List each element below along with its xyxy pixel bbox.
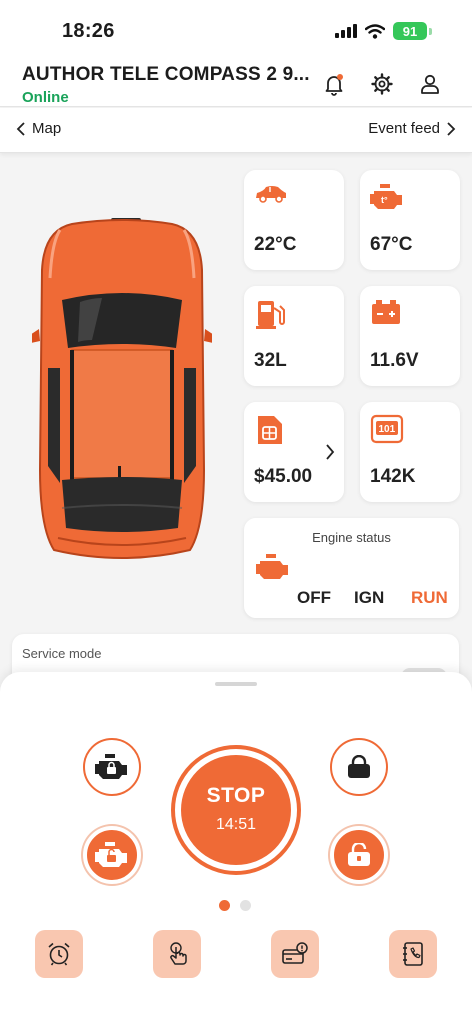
stop-engine-button[interactable]: STOP 14:51 [171, 745, 301, 875]
tile-battery[interactable]: 11.6V [360, 286, 460, 386]
engine-icon [256, 554, 288, 579]
battery-voltage-value: 11.6V [370, 350, 419, 371]
sim-card-icon [258, 416, 282, 444]
engine-status-card: Engine status OFF IGN RUN [244, 518, 459, 618]
fuel-value: 32L [254, 350, 287, 371]
chevron-left-icon [16, 121, 25, 136]
unlock-button[interactable] [330, 826, 388, 884]
event-feed-label: Event feed [368, 120, 440, 137]
chevron-right-icon [447, 121, 456, 136]
car-battery-icon [372, 300, 400, 324]
alert-card-button[interactable] [271, 930, 319, 978]
alarm-clock-button[interactable] [35, 930, 83, 978]
map-link-label: Map [32, 120, 62, 137]
stop-label: STOP [206, 784, 266, 807]
status-time: 18:26 [62, 20, 115, 42]
battery-indicator: 91 [393, 22, 427, 40]
gear-icon [371, 73, 393, 95]
car-name[interactable]: AUTHOR TELE COMPASS 2 9... [22, 64, 310, 86]
status-icons: 91 [335, 22, 432, 40]
car-temperature-icon [256, 186, 286, 203]
status-bar: 18:26 91 [0, 0, 472, 60]
battery-tip [429, 27, 432, 35]
controls-sheet: STOP 14:51 [0, 672, 472, 1024]
engine-off-option[interactable]: OFF [297, 588, 331, 608]
tile-engine-temperature[interactable]: t° 67°C [360, 170, 460, 270]
car-illustration [32, 218, 212, 559]
stop-timer: 14:51 [215, 816, 257, 833]
engine-unlock-icon [95, 842, 127, 867]
engine-run-option[interactable]: RUN [411, 588, 448, 608]
service-mode-label: Service mode [22, 646, 102, 661]
map-link[interactable]: Map [16, 120, 61, 137]
nav-row: Map Event feed [0, 108, 472, 153]
mileage-value: 142K [370, 466, 416, 487]
engine-lock-icon [95, 754, 127, 779]
engine-ign-option[interactable]: IGN [354, 588, 384, 608]
bell-icon [325, 74, 343, 96]
cabin-temperature-value: 22°C [254, 234, 297, 255]
engine-status-title: Engine status [312, 530, 391, 545]
event-feed-link[interactable]: Event feed [368, 120, 456, 137]
profile-button[interactable] [418, 72, 442, 96]
engine-temperature-value: 67°C [370, 234, 413, 255]
fuel-icon [256, 301, 285, 329]
chevron-right-icon [326, 444, 335, 460]
signal-icon [335, 24, 357, 38]
tile-balance[interactable]: $45.00 [244, 402, 344, 502]
app-header: AUTHOR TELE COMPASS 2 9... Online [0, 60, 472, 107]
touch-hand-icon [170, 942, 187, 965]
card-alert-icon [282, 942, 308, 964]
lock-button[interactable] [330, 738, 388, 796]
svg-text:101: 101 [379, 424, 396, 435]
sheet-grabber[interactable] [215, 682, 257, 686]
touch-button[interactable] [153, 930, 201, 978]
tile-cabin-temperature[interactable]: 22°C [244, 170, 344, 270]
unlock-icon [348, 843, 370, 866]
balance-value: $45.00 [254, 466, 313, 487]
alarm-clock-icon [48, 942, 70, 966]
tile-fuel[interactable]: 32L [244, 286, 344, 386]
page-dot-2[interactable] [240, 900, 251, 911]
page-indicator [219, 900, 251, 911]
settings-button[interactable] [370, 72, 394, 96]
engine-lock-button[interactable] [83, 738, 141, 796]
tile-mileage[interactable]: 101 142K [360, 402, 460, 502]
page-dot-1[interactable] [219, 900, 230, 911]
wifi-icon [365, 23, 385, 39]
stop-engine-face: STOP 14:51 [181, 755, 291, 865]
lock-icon [348, 755, 370, 778]
connection-status: Online [22, 89, 69, 106]
phone-book-icon [403, 942, 423, 966]
engine-unlock-button[interactable] [83, 826, 141, 884]
engine-temperature-icon: t° [370, 184, 402, 209]
contacts-button[interactable] [389, 930, 437, 978]
svg-text:t°: t° [381, 195, 388, 205]
notifications-button[interactable] [322, 72, 346, 96]
user-icon [421, 74, 439, 94]
odometer-icon: 101 [370, 414, 404, 444]
